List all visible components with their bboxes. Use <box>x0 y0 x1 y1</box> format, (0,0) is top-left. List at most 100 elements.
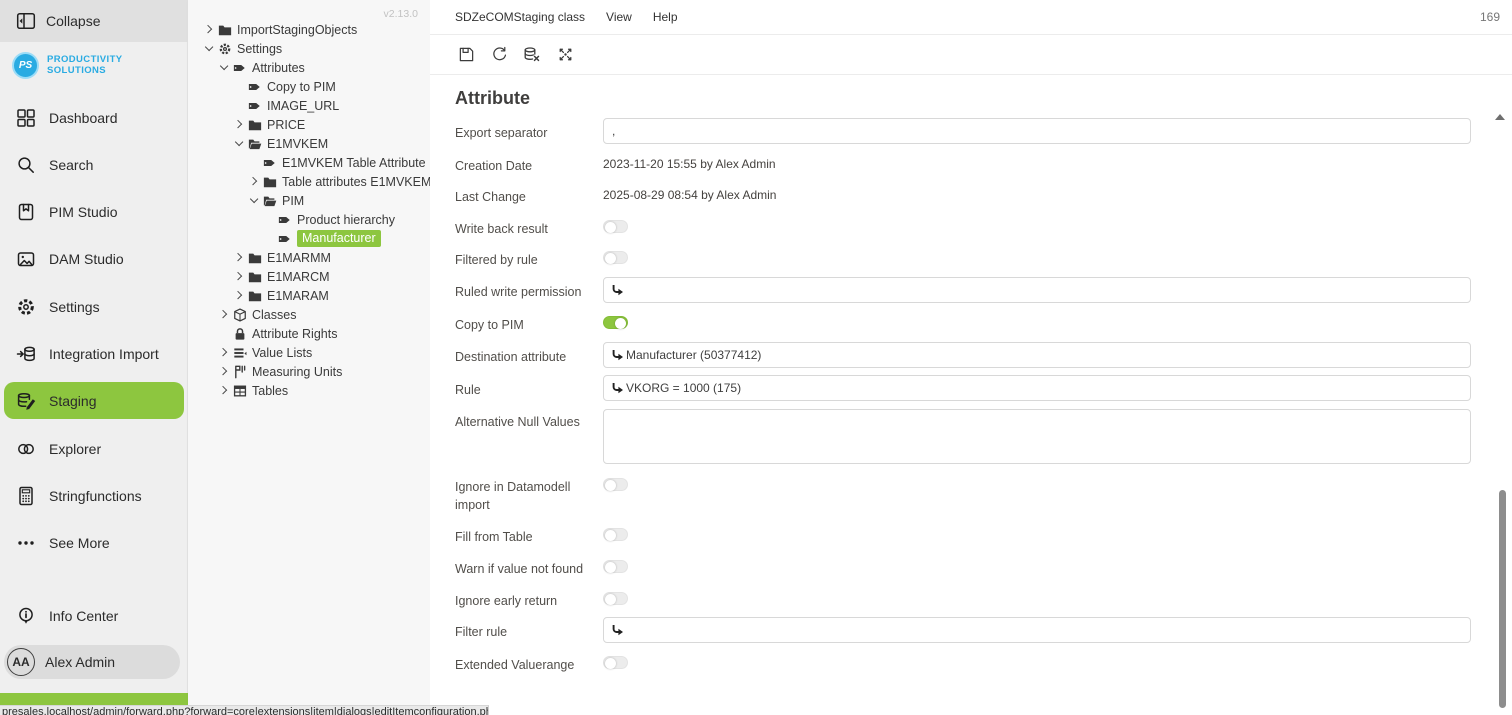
chevron-right-icon[interactable] <box>217 383 232 398</box>
chevron-down-icon[interactable] <box>247 193 262 208</box>
sidebar-item-integration-import[interactable]: Integration Import <box>4 335 184 372</box>
value-list-icon <box>233 346 247 360</box>
filter-rule-input-wrap <box>603 617 1471 643</box>
chevron-right-icon[interactable] <box>217 364 232 379</box>
gear-icon <box>218 42 232 56</box>
dashboard-icon <box>16 108 36 128</box>
extended-valuerange-toggle[interactable] <box>603 656 628 669</box>
chevron-down-icon[interactable] <box>217 60 232 75</box>
page-title: Attribute <box>455 88 530 109</box>
filter-rule-input[interactable] <box>624 618 1470 642</box>
field-label-ignore-in-datamodell-import: Ignore in Datamodell import <box>455 478 600 514</box>
ignore-early-return-toggle[interactable] <box>603 592 628 605</box>
tag-icon <box>278 213 292 227</box>
sidebar-item-settings[interactable]: Settings <box>4 288 184 325</box>
alternative-null-values-textarea[interactable] <box>603 409 1471 464</box>
export-separator-input-wrap <box>603 118 1471 144</box>
export-separator-input[interactable] <box>604 119 1470 143</box>
write-back-result-toggle[interactable] <box>603 220 628 233</box>
tree-item-measuring-units[interactable]: Measuring Units <box>188 362 430 381</box>
chevron-right-icon[interactable] <box>232 250 247 265</box>
tree-item-copy-to-pim[interactable]: Copy to PIM <box>188 77 430 96</box>
tree-item-attributes[interactable]: Attributes <box>188 58 430 77</box>
sidebar-item-search[interactable]: Search <box>4 146 184 183</box>
chevron-down-icon[interactable] <box>202 41 217 56</box>
sidebar-item-dashboard[interactable]: Dashboard <box>4 99 184 136</box>
tree-item-importstagingobjects[interactable]: ImportStagingObjects <box>188 20 430 39</box>
undo-icon <box>491 46 508 63</box>
collapse-panel-icon <box>16 11 36 31</box>
database-clear-button[interactable] <box>521 44 543 66</box>
copy-to-pim-toggle[interactable] <box>603 316 628 329</box>
tree-item-e1marmm[interactable]: E1MARMM <box>188 248 430 267</box>
sidebar-item-explorer[interactable]: Explorer <box>4 430 184 467</box>
tree-item-e1mvkem[interactable]: E1MVKEM <box>188 134 430 153</box>
tree-item-attribute-rights[interactable]: Attribute Rights <box>188 324 430 343</box>
save-button[interactable] <box>455 44 477 66</box>
tree-item-e1mvkem-table-attribute[interactable]: E1MVKEM Table Attribute <box>188 153 430 172</box>
sidebar-item-pim-studio[interactable]: PIM Studio <box>4 193 184 230</box>
field-label-ruled-write-permission: Ruled write permission <box>455 283 600 301</box>
user-menu[interactable]: AA Alex Admin <box>4 645 180 679</box>
tree-item-manufacturer-selected[interactable]: Manufacturer <box>188 229 430 248</box>
chevron-right-icon[interactable] <box>232 117 247 132</box>
tree-item-e1maram[interactable]: E1MARAM <box>188 286 430 305</box>
book-icon <box>16 202 36 222</box>
chevron-right-icon[interactable] <box>202 22 217 37</box>
field-label-warn-if-value-not-found: Warn if value not found <box>455 560 600 578</box>
menu-view[interactable]: View <box>606 10 632 24</box>
rule-input-wrap <box>603 375 1471 401</box>
field-label-last-change: Last Change <box>455 188 600 206</box>
chevron-right-icon[interactable] <box>247 174 262 189</box>
undo-button[interactable] <box>488 44 510 66</box>
chevron-right-icon[interactable] <box>232 288 247 303</box>
menu-help[interactable]: Help <box>653 10 678 24</box>
chevron-right-icon[interactable] <box>217 345 232 360</box>
distribute-button[interactable] <box>554 44 576 66</box>
toolbar <box>430 35 1512 75</box>
destination-attribute-input-wrap <box>603 342 1471 368</box>
tree-item-price[interactable]: PRICE <box>188 115 430 134</box>
ignore-in-datamodell-import-toggle[interactable] <box>603 478 628 491</box>
menu-staging-class[interactable]: SDZeCOMStaging class <box>455 10 585 24</box>
destination-attribute-input[interactable] <box>624 343 1470 367</box>
tree-item-value-lists[interactable]: Value Lists <box>188 343 430 362</box>
sidebar-item-info-center[interactable]: Info Center <box>4 597 184 634</box>
chevron-right-icon[interactable] <box>217 307 232 322</box>
tree-item-settings[interactable]: Settings <box>188 39 430 58</box>
sidebar-item-dam-studio[interactable]: DAM Studio <box>4 240 184 277</box>
image-icon <box>16 249 36 269</box>
database-x-icon <box>523 46 541 64</box>
tree-item-table-attributes-e1mvkem[interactable]: Table attributes E1MVKEM <box>188 172 430 191</box>
sidebar-item-staging[interactable]: Staging <box>4 382 184 419</box>
sidebar-item-label: DAM Studio <box>49 251 124 267</box>
ruled-write-permission-input[interactable] <box>624 278 1470 302</box>
scrollbar-up-arrow[interactable] <box>1495 114 1505 120</box>
warn-if-value-not-found-toggle[interactable] <box>603 560 628 573</box>
tree-item-classes[interactable]: Classes <box>188 305 430 324</box>
chevron-down-icon[interactable] <box>232 136 247 151</box>
tree-item-image-url[interactable]: IMAGE_URL <box>188 96 430 115</box>
avatar: AA <box>7 648 35 676</box>
tree-item-tables[interactable]: Tables <box>188 381 430 400</box>
info-pin-icon <box>16 606 36 626</box>
sidebar-item-see-more[interactable]: See More <box>4 524 184 561</box>
sidebar: Collapse PS PRODUCTIVITY SOLUTIONS Dashb… <box>0 0 188 715</box>
fill-from-table-toggle[interactable] <box>603 528 628 541</box>
status-url-bar: presales.localhost/admin/forward.php?for… <box>0 705 489 715</box>
rule-input[interactable] <box>624 376 1470 400</box>
rule-hook-arrow-icon <box>611 382 624 395</box>
tree-item-e1marcm[interactable]: E1MARCM <box>188 267 430 286</box>
scrollbar-thumb[interactable] <box>1499 490 1506 708</box>
collapse-button[interactable]: Collapse <box>0 0 188 42</box>
chevron-spacer <box>247 155 262 170</box>
sidebar-item-label: Info Center <box>49 608 118 624</box>
tree-item-pim[interactable]: PIM <box>188 191 430 210</box>
filtered-by-rule-toggle[interactable] <box>603 251 628 264</box>
tag-icon <box>278 232 292 246</box>
chevron-right-icon[interactable] <box>232 269 247 284</box>
chevron-spacer <box>217 326 232 341</box>
tree-item-product-hierarchy[interactable]: Product hierarchy <box>188 210 430 229</box>
sidebar-item-label: Search <box>49 157 93 173</box>
sidebar-item-stringfunctions[interactable]: Stringfunctions <box>4 477 184 514</box>
